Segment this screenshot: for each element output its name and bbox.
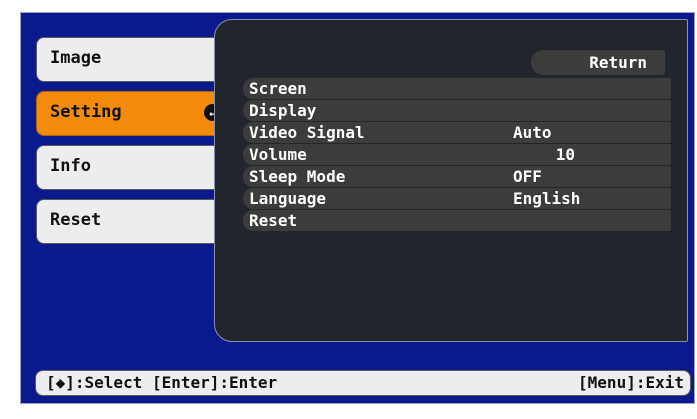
language-value: English xyxy=(513,189,581,208)
menu-row-label: Volume xyxy=(249,145,307,164)
menu-row-video-signal[interactable]: Video Signal Auto xyxy=(243,122,671,143)
settings-panel: Return Screen Display Video Signal Auto … xyxy=(214,19,688,342)
help-right-text: [Menu]:Exit xyxy=(578,373,684,392)
help-bar: [◆]:Select [Enter]:Enter [Menu]:Exit xyxy=(35,370,691,396)
menu-row-screen[interactable]: Screen xyxy=(243,78,671,99)
sidebar-item-label: Reset xyxy=(50,210,102,230)
help-left-text: [◆]:Select [Enter]:Enter xyxy=(46,373,278,392)
menu-row-reset[interactable]: Reset xyxy=(243,210,671,231)
menu-row-sleep-mode[interactable]: Sleep Mode OFF xyxy=(243,166,671,187)
sidebar-item-info[interactable]: Info xyxy=(36,145,232,190)
sidebar-item-label: Setting xyxy=(50,102,122,122)
menu-row-language[interactable]: Language English xyxy=(243,188,671,209)
sidebar-item-reset[interactable]: Reset xyxy=(36,199,232,244)
menu-row-label: Screen xyxy=(249,79,307,98)
menu-row-display[interactable]: Display xyxy=(243,100,671,121)
menu-row-label: Display xyxy=(249,101,317,120)
video-signal-value: Auto xyxy=(513,123,552,142)
sidebar-item-image[interactable]: Image xyxy=(36,37,232,82)
sidebar-item-label: Info xyxy=(50,156,91,176)
return-button[interactable]: Return xyxy=(531,50,665,75)
menu-row-label: Sleep Mode xyxy=(249,167,346,186)
sleep-mode-value: OFF xyxy=(513,167,542,186)
menu-row-label: Language xyxy=(249,189,327,208)
sidebar-item-setting[interactable]: Setting ↵ xyxy=(36,91,232,136)
volume-value: 10 xyxy=(555,145,575,164)
projector-osd-menu: Image Setting ↵ Info Reset Return Screen… xyxy=(20,12,695,404)
menu-row-label: Reset xyxy=(249,211,298,230)
menu-row-label: Video Signal xyxy=(249,123,365,142)
sidebar-item-label: Image xyxy=(50,48,102,68)
menu-row-volume[interactable]: Volume 10 xyxy=(243,144,671,165)
